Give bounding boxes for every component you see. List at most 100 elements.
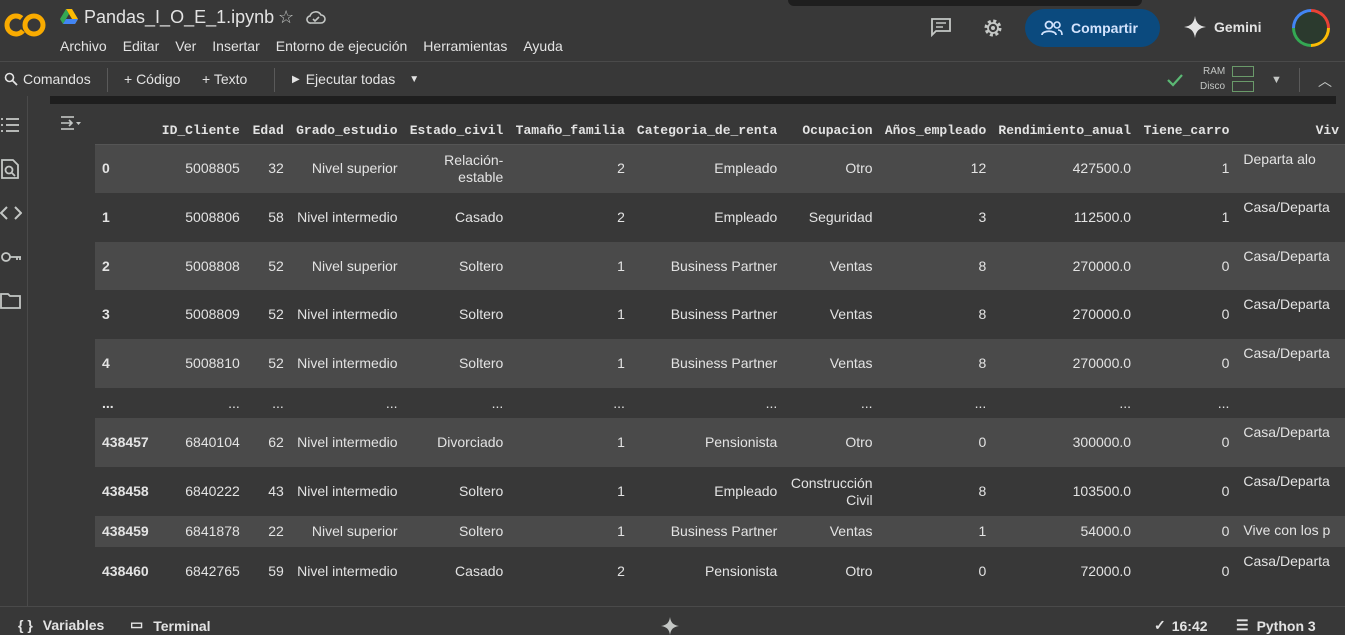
check-icon: ✓ <box>1154 617 1166 633</box>
column-header: Viv <box>1235 117 1345 145</box>
disk-label: Disco <box>1200 81 1226 92</box>
table-cell: 1 <box>509 339 631 388</box>
variables-button[interactable]: { } Variables <box>18 617 104 633</box>
add-code-button[interactable]: + Código <box>124 71 180 87</box>
row-index-cell: 438458 <box>95 467 155 516</box>
gemini-sparkle-icon[interactable] <box>661 617 679 635</box>
table-cell: 5008806 <box>154 193 246 242</box>
run-all-label: Ejecutar todas <box>305 71 396 87</box>
avatar[interactable] <box>1292 9 1330 47</box>
chevron-down-icon[interactable]: ▼ <box>409 74 419 85</box>
table-cell: 0 <box>1137 547 1236 596</box>
add-text-button[interactable]: + Texto <box>202 71 247 87</box>
code-cell-bottom-edge[interactable] <box>50 96 1336 104</box>
table-cell: 1 <box>509 516 631 547</box>
ram-usage-bar[interactable] <box>1232 66 1254 77</box>
table-cell: 6840104 <box>154 418 246 467</box>
table-cell: Divorciado <box>403 418 510 467</box>
last-run-status[interactable]: ✓ 16:42 <box>1154 617 1208 634</box>
disk-usage-bar[interactable] <box>1232 81 1254 92</box>
row-index-cell: 438457 <box>95 418 155 467</box>
table-cell: Nivel intermedio <box>289 547 404 596</box>
folder-icon[interactable] <box>0 290 22 312</box>
table-cell: 0 <box>878 547 993 596</box>
key-icon[interactable] <box>0 246 22 268</box>
find-replace-icon[interactable] <box>0 158 22 180</box>
dataframe-table: ID_Cliente Edad Grado_estudio Estado_civ… <box>95 117 1345 596</box>
table-cell: 6841878 <box>154 516 246 547</box>
table-cell: ... <box>509 388 631 418</box>
column-header: ID_Cliente <box>154 117 246 145</box>
runtime-dropdown-icon[interactable]: ▼ <box>1271 74 1282 86</box>
row-index-cell: 2 <box>95 242 155 290</box>
runtime-status[interactable]: ☰ Python 3 <box>1236 617 1316 634</box>
table-row: ................................. <box>95 388 1345 418</box>
column-header: Rendimiento_anual <box>992 117 1138 145</box>
row-index-cell: 3 <box>95 290 155 339</box>
menu-bar: Archivo Editar Ver Insertar Entorno de e… <box>60 38 579 54</box>
table-cell: Departa alo <box>1235 144 1345 193</box>
dataframe-body: 0 5008805 32 Nivel superior Relación-estable… <box>95 144 1345 596</box>
menu-ver[interactable]: Ver <box>175 38 196 54</box>
gear-icon[interactable] <box>982 17 1004 39</box>
table-cell: Vive con los p <box>1235 516 1345 547</box>
table-cell: 0 <box>1137 418 1236 467</box>
star-icon[interactable]: ☆ <box>278 7 294 28</box>
table-cell: 52 <box>245 242 290 290</box>
status-bar: { } Variables ▭ Terminal ✓ 16:42 ☰ Pytho… <box>0 606 1345 635</box>
cloud-saved-icon[interactable] <box>306 9 326 25</box>
table-cell: 0 <box>1137 516 1236 547</box>
table-cell: 2 <box>509 547 631 596</box>
table-cell: Seguridad <box>783 193 879 242</box>
terminal-button[interactable]: ▭ Terminal <box>130 617 211 635</box>
notebook-toolbar: Comandos + Código + Texto ▶ Ejecutar tod… <box>0 61 1345 95</box>
table-cell <box>1235 388 1345 418</box>
drive-icon[interactable] <box>60 9 78 25</box>
table-of-contents-icon[interactable] <box>0 114 22 136</box>
people-icon <box>1041 20 1063 36</box>
table-cell: 0 <box>1137 242 1236 290</box>
table-cell: 112500.0 <box>992 193 1138 242</box>
column-header: Años_empleado <box>878 117 993 145</box>
row-index-cell: 438460 <box>95 547 155 596</box>
table-row: 438460 6842765 59 Nivel intermedio Casado 2 Pe… <box>95 547 1345 596</box>
gemini-button[interactable]: Gemini <box>1184 16 1261 38</box>
chevron-up-icon[interactable]: ︿ <box>1318 71 1332 91</box>
toolbar-divider <box>1299 68 1300 92</box>
row-index-cell: ... <box>95 388 155 418</box>
table-cell: 6840222 <box>154 467 246 516</box>
table-row: 2 5008808 52 Nivel superior Soltero 1 Business… <box>95 242 1345 290</box>
table-cell: Business Partner <box>630 339 784 388</box>
variables-label: Variables <box>42 617 105 633</box>
output-actions-icon[interactable] <box>60 114 82 132</box>
run-all-button[interactable]: ▶ Ejecutar todas ▼ <box>292 71 419 87</box>
menu-entorno[interactable]: Entorno de ejecución <box>276 38 408 54</box>
notebook-main: ID_Cliente Edad Grado_estudio Estado_civ… <box>28 96 1345 606</box>
menu-ayuda[interactable]: Ayuda <box>523 38 562 54</box>
index-header <box>95 117 155 145</box>
table-row: 438457 6840104 62 Nivel intermedio Divorciad… <box>95 418 1345 467</box>
menu-archivo[interactable]: Archivo <box>60 38 107 54</box>
menu-insertar[interactable]: Insertar <box>212 38 259 54</box>
code-snippets-icon[interactable] <box>0 202 22 224</box>
table-cell: Business Partner <box>630 290 784 339</box>
table-cell: Soltero <box>403 339 510 388</box>
colab-logo[interactable] <box>4 12 46 38</box>
table-cell: ... <box>154 388 246 418</box>
menu-editar[interactable]: Editar <box>123 38 160 54</box>
notebook-title[interactable]: Pandas_I_O_E_1.ipynb <box>84 7 274 28</box>
comment-icon[interactable] <box>930 17 952 37</box>
table-cell: 52 <box>245 339 290 388</box>
table-cell: Soltero <box>403 242 510 290</box>
table-cell: 3 <box>878 193 993 242</box>
table-cell: ... <box>992 388 1138 418</box>
commands-button[interactable]: Comandos <box>4 71 91 87</box>
table-cell: ... <box>1137 388 1236 418</box>
table-cell: 270000.0 <box>992 242 1138 290</box>
table-cell: 0 <box>1137 290 1236 339</box>
menu-herramientas[interactable]: Herramientas <box>423 38 507 54</box>
ram-label: RAM <box>1203 66 1226 77</box>
share-button[interactable]: Compartir <box>1025 9 1160 47</box>
add-text-label: + Texto <box>202 71 248 87</box>
column-header: Tiene_carro <box>1137 117 1236 145</box>
